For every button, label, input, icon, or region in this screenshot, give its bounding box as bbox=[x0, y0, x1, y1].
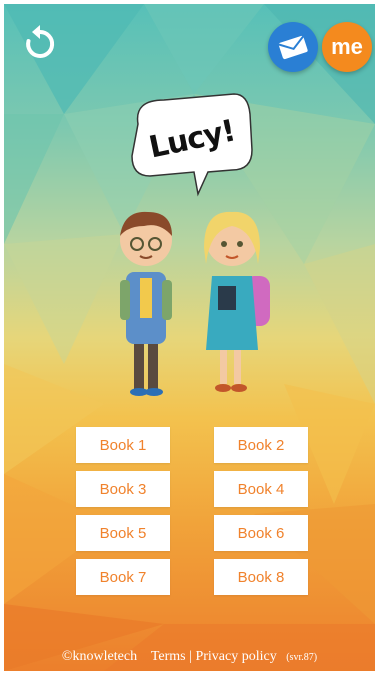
kids-illustration bbox=[120, 211, 270, 396]
envelope-icon bbox=[278, 35, 308, 60]
terms-link[interactable]: Terms bbox=[151, 649, 186, 664]
book-5-button[interactable]: Book 5 bbox=[76, 515, 170, 551]
book-2-button[interactable]: Book 2 bbox=[214, 427, 308, 463]
app-screen: me Lucy! Book 1 Book 2 Book 3 Book 4 Boo… bbox=[4, 4, 375, 671]
book-1-button[interactable]: Book 1 bbox=[76, 427, 170, 463]
book-3-button[interactable]: Book 3 bbox=[76, 471, 170, 507]
boy-character bbox=[120, 211, 172, 396]
girl-character bbox=[204, 211, 270, 392]
version-text: (svr.87) bbox=[286, 652, 318, 663]
footer-separator: | bbox=[189, 649, 192, 664]
refresh-button[interactable] bbox=[18, 22, 62, 66]
book-8-button[interactable]: Book 8 bbox=[214, 559, 308, 595]
book-7-button[interactable]: Book 7 bbox=[76, 559, 170, 595]
refresh-icon bbox=[26, 25, 55, 58]
me-profile-button[interactable]: me bbox=[322, 22, 372, 72]
footer: ©knowletech Terms | Privacy policy (svr.… bbox=[4, 649, 375, 665]
privacy-policy-link[interactable]: Privacy policy bbox=[195, 649, 276, 664]
me-label: me bbox=[331, 34, 363, 59]
book-4-button[interactable]: Book 4 bbox=[214, 471, 308, 507]
copyright-text: ©knowletech bbox=[61, 649, 138, 664]
mail-button[interactable] bbox=[268, 22, 318, 72]
book-6-button[interactable]: Book 6 bbox=[214, 515, 308, 551]
